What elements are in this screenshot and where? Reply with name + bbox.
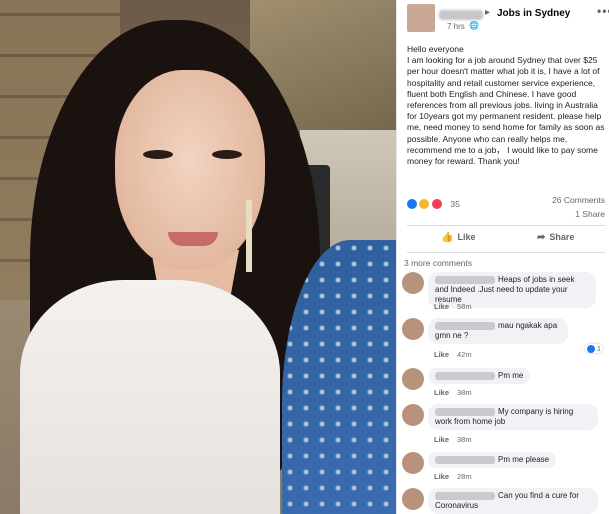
comment-bubble: My company is hiring work from home job: [428, 404, 598, 430]
left-eye: [143, 150, 173, 159]
poster-avatar[interactable]: [407, 4, 435, 32]
like-reaction-icon: [407, 198, 417, 209]
comment-time[interactable]: 38m: [457, 388, 472, 397]
post-time[interactable]: 7 hrs: [447, 22, 465, 31]
like-reaction-icon: [586, 345, 595, 354]
comment-meta: Like 38m: [434, 388, 472, 397]
comment-reaction[interactable]: 1: [584, 344, 603, 354]
haha-reaction-icon: [419, 198, 430, 209]
comment-item: Heaps of jobs in seek and Indeed .Just n…: [402, 272, 602, 314]
comment-bubble: mau ngakak apa gmn ne ?: [428, 318, 568, 344]
commenter-name-redacted[interactable]: [435, 491, 495, 500]
comment-like-link[interactable]: Like: [434, 302, 449, 311]
commenter-name-redacted[interactable]: [435, 275, 495, 284]
share-button[interactable]: ➦ Share: [537, 232, 574, 243]
commenter-name-redacted[interactable]: [435, 371, 495, 380]
comment-bubble: Pm me please: [428, 452, 557, 468]
comment-bubble: Can you find a cure for Coronavirus: [428, 488, 598, 514]
comment-item: Pm me please Like 28m: [402, 452, 602, 482]
commenter-avatar[interactable]: [402, 368, 424, 390]
post-actions: 👍 Like ➦ Share: [407, 228, 605, 250]
comment-like-link[interactable]: Like: [434, 388, 449, 397]
comment-like-link[interactable]: Like: [434, 435, 449, 444]
commenter-avatar[interactable]: [402, 488, 424, 510]
divider: [407, 225, 605, 226]
post-body-text: Hello everyone I am looking for a job ar…: [407, 44, 605, 167]
comment-text: Pm me: [498, 371, 524, 380]
comments-count-link[interactable]: 26 Comments: [552, 195, 605, 205]
comment-like-link[interactable]: Like: [434, 472, 449, 481]
commenter-name-redacted[interactable]: [435, 455, 495, 464]
comment-time[interactable]: 58m: [457, 302, 472, 311]
commenter-avatar[interactable]: [402, 404, 424, 426]
like-button[interactable]: 👍 Like: [441, 232, 475, 243]
share-arrow-icon: ➦: [537, 232, 546, 243]
view-more-comments-link[interactable]: 3 more comments: [404, 258, 472, 268]
arrow-right-icon: ▸: [485, 7, 491, 18]
earring: [246, 200, 252, 272]
comment-meta: Like 38m: [434, 435, 472, 444]
commenter-name-redacted[interactable]: [435, 407, 495, 416]
thumbs-up-icon: 👍: [441, 232, 454, 243]
commenter-avatar[interactable]: [402, 272, 424, 294]
comment-item: Can you find a cure for Coronavirus: [402, 488, 602, 514]
love-reaction-icon: [431, 198, 442, 209]
comment-time[interactable]: 38m: [457, 435, 472, 444]
white-dress: [20, 280, 280, 514]
post-photo[interactable]: [0, 0, 396, 514]
poster-name-redacted[interactable]: [439, 10, 483, 20]
comment-like-link[interactable]: Like: [434, 350, 449, 359]
like-button-label: Like: [457, 232, 476, 242]
comment-time[interactable]: 42m: [457, 350, 472, 359]
right-eye: [212, 150, 242, 159]
smile: [168, 232, 218, 246]
comment-meta: Like 58m: [434, 302, 472, 311]
commenter-avatar[interactable]: [402, 318, 424, 340]
comment-item: My company is hiring work from home job …: [402, 404, 602, 446]
comment-meta: Like 28m: [434, 472, 472, 481]
comment-meta: Like 42m: [434, 350, 472, 359]
reaction-count: 35: [450, 198, 460, 209]
globe-icon: 🌐: [469, 21, 479, 30]
comment-item: mau ngakak apa gmn ne ? 1 Like 42m: [402, 318, 603, 360]
group-name-link[interactable]: Jobs in Sydney: [497, 8, 570, 19]
comment-time[interactable]: 28m: [457, 472, 472, 481]
commenter-name-redacted[interactable]: [435, 321, 495, 330]
commenter-avatar[interactable]: [402, 452, 424, 474]
divider: [407, 252, 605, 253]
post-header: ▸ Jobs in Sydney 7 hrs 🌐 •••: [407, 4, 609, 34]
share-button-label: Share: [549, 232, 575, 242]
more-options-icon[interactable]: •••: [597, 4, 609, 18]
share-count-link[interactable]: 1 Share: [575, 209, 605, 219]
comment-bubble: Pm me: [428, 368, 531, 384]
comment-item: Pm me Like 38m: [402, 368, 602, 398]
comment-text: Pm me please: [498, 455, 550, 464]
comment-reaction-count: 1: [596, 344, 601, 353]
